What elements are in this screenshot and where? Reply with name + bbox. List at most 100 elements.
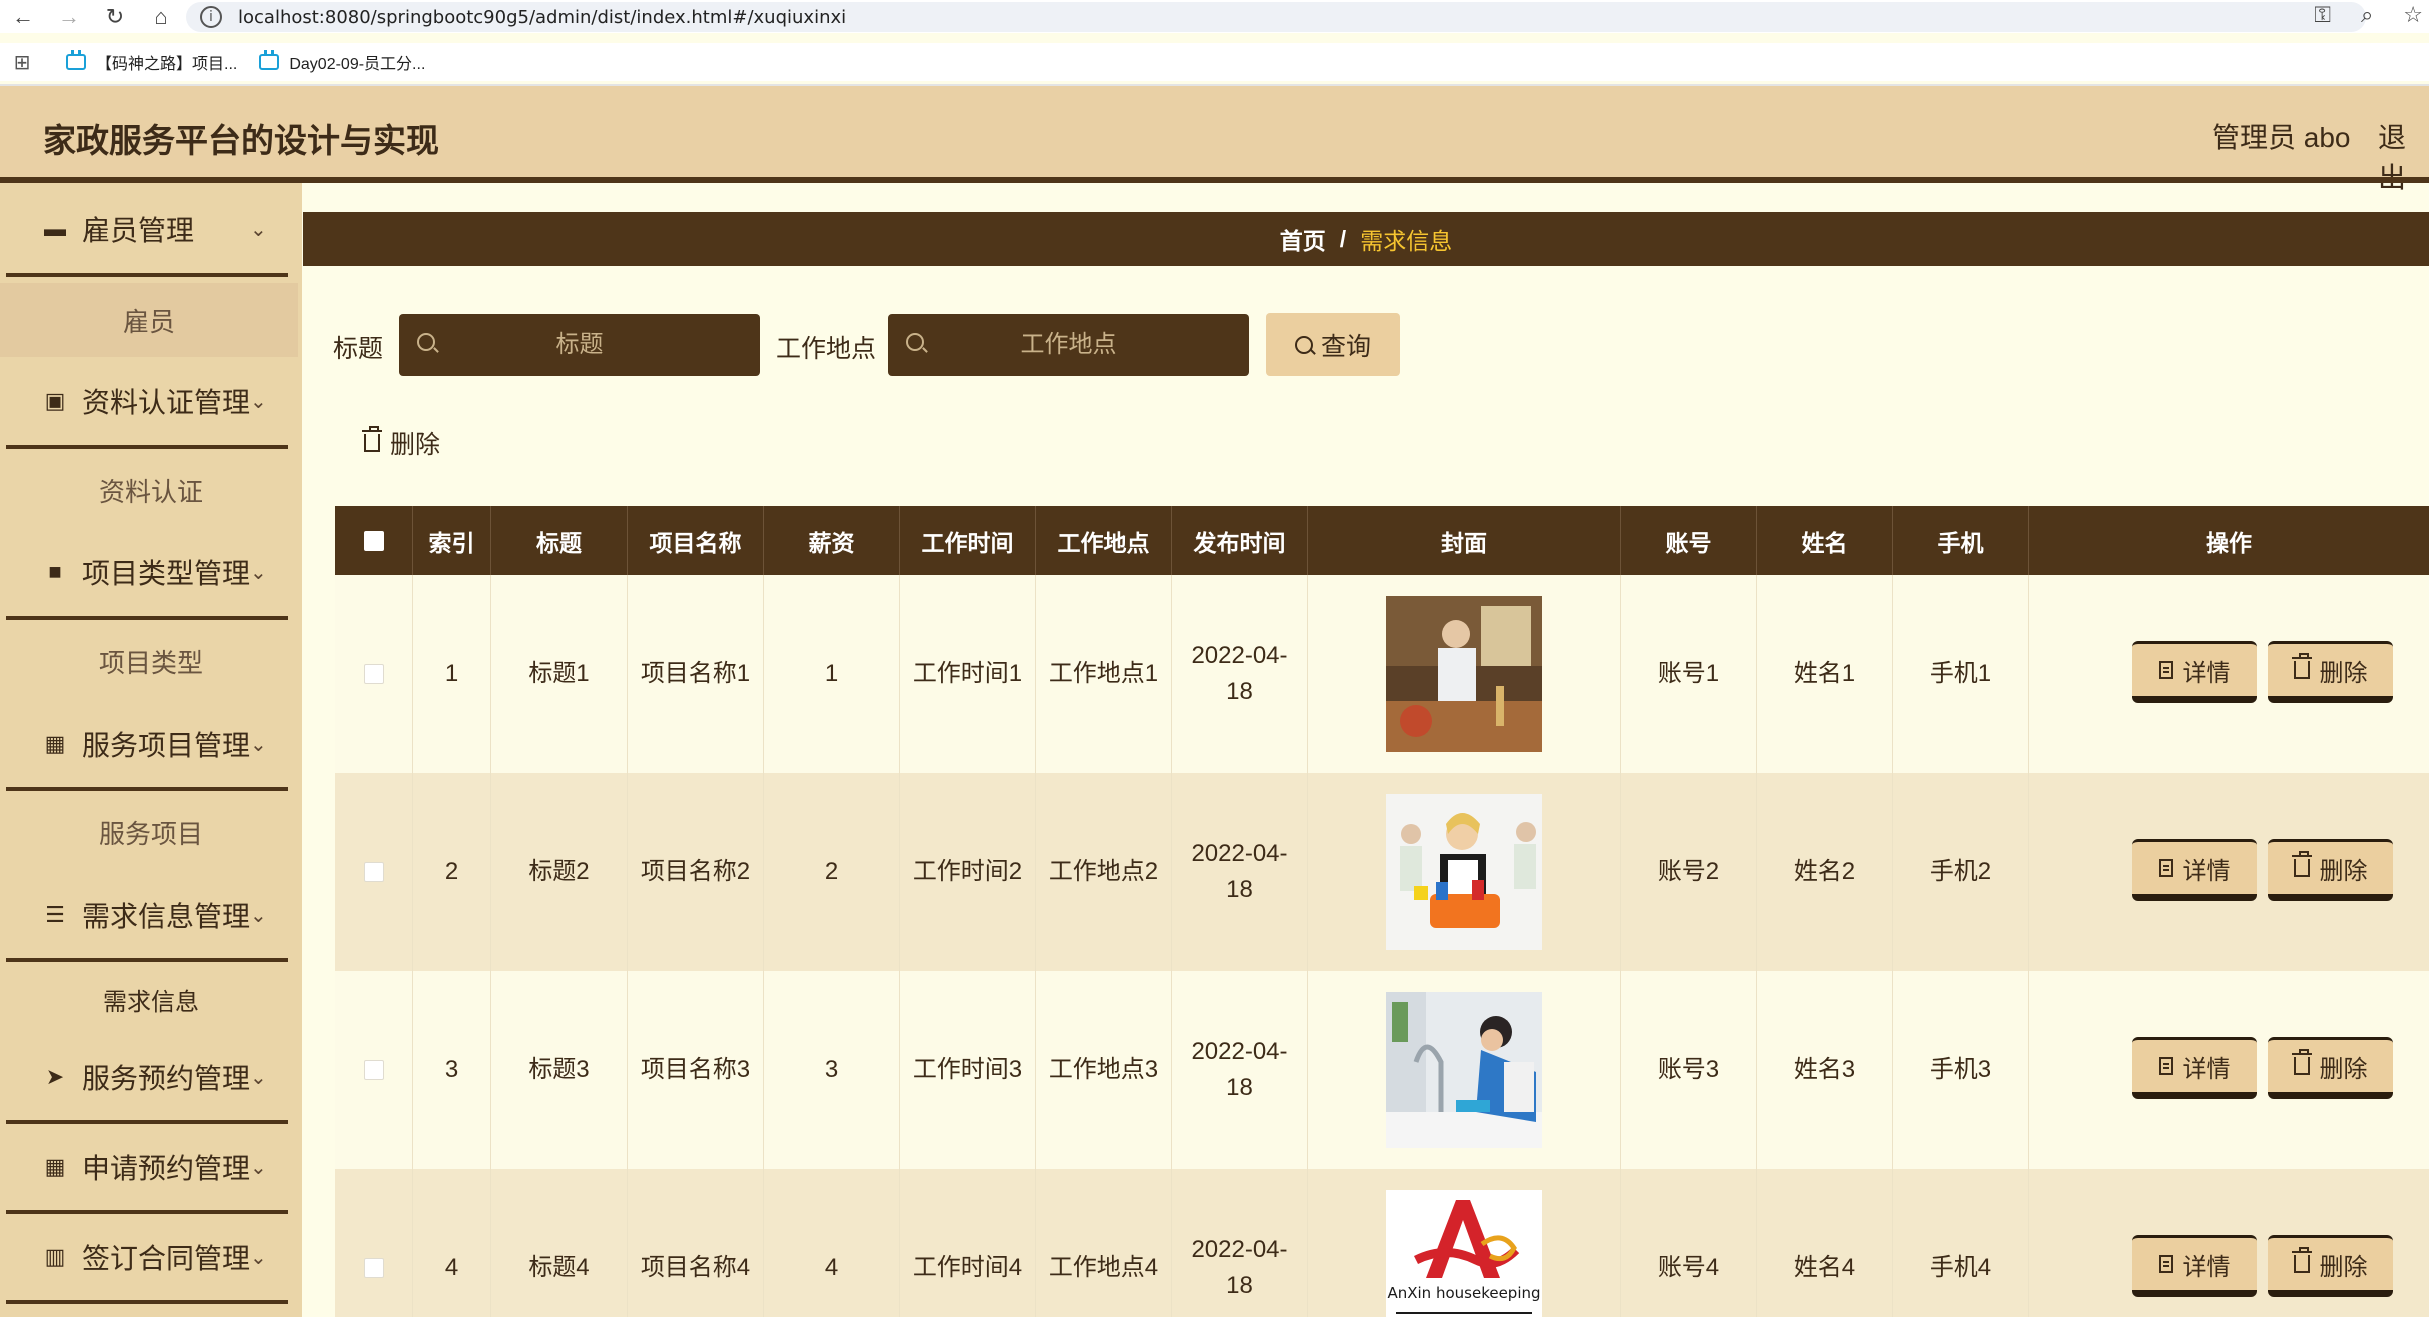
row-checkbox[interactable] <box>363 1060 384 1080</box>
bookmarks-bar: ⊞ 【码神之路】项目... Day02-09-员工分... <box>0 43 2429 81</box>
col-phone: 手机 <box>1893 506 2029 575</box>
sidebar-group-service-booking[interactable]: ➤ 服务预约管理 ⌄ <box>0 1031 302 1123</box>
publish-time: 2022-04- 18 <box>1172 575 1308 773</box>
star-icon[interactable]: ☆ <box>2403 2 2423 28</box>
chevron-down-icon: ⌄ <box>250 1066 267 1089</box>
breadcrumb-home[interactable]: 首页 <box>1280 222 1326 256</box>
bookmark-item[interactable]: Day02-09-员工分... <box>259 50 425 74</box>
address-bar[interactable]: i localhost:8080/springbootc90g5/admin/d… <box>186 2 2366 32</box>
home-icon[interactable]: ⌂ <box>138 0 184 33</box>
logout-link[interactable]: 退出 <box>2378 116 2429 196</box>
chevron-down-icon: ⌄ <box>250 218 267 241</box>
reload-icon[interactable]: ↻ <box>92 0 138 33</box>
sidebar-item-demand[interactable]: 需求信息 <box>0 962 302 1036</box>
bar-chart-icon: ▥ <box>44 1244 66 1269</box>
delete-button[interactable]: 删除 <box>2268 1037 2393 1099</box>
chevron-down-icon: ⌄ <box>250 733 267 756</box>
title-label: 标题 <box>333 335 384 363</box>
detail-button[interactable]: 详情 <box>2132 641 2257 703</box>
search-icon <box>906 333 924 351</box>
select-all-checkbox[interactable] <box>363 530 384 551</box>
table-header: 索引 标题 项目名称 薪资 工作时间 工作地点 发布时间 封面 账号 姓名 手机… <box>335 506 2429 575</box>
location-search-input[interactable] <box>888 314 1249 376</box>
detail-button[interactable]: 详情 <box>2132 1037 2257 1099</box>
breadcrumb: 首页 / 需求信息 <box>303 212 2429 266</box>
detail-button[interactable]: 详情 <box>2132 1235 2257 1297</box>
document-icon <box>2158 1255 2173 1273</box>
delete-button[interactable]: 删除 <box>2268 641 2393 703</box>
detail-button[interactable]: 详情 <box>2132 839 2257 901</box>
table-row: 1 标题1 项目名称1 1 工作时间1 工作地点1 2022-04- 18 账号1… <box>335 575 2429 773</box>
browser-toolbar: ← → ↻ ⌂ i localhost:8080/springbootc90g5… <box>0 0 2429 33</box>
document-icon <box>2158 859 2173 877</box>
tv-icon <box>259 50 280 70</box>
table-row: 4 标题4 项目名称4 4 工作时间4 工作地点4 2022-04- 18 AnX… <box>335 1169 2429 1317</box>
sidebar-group-apply-booking[interactable]: ▦ 申请预约管理 ⌄ <box>0 1121 302 1213</box>
send-icon: ➤ <box>45 1064 65 1089</box>
current-user: 管理员 abo <box>2212 122 2351 153</box>
chevron-down-icon: ⌄ <box>250 904 267 927</box>
col-name: 姓名 <box>1757 506 1893 575</box>
delete-button[interactable]: 删除 <box>2268 1235 2393 1297</box>
forward-icon[interactable]: → <box>46 0 92 33</box>
app-title: 家政服务平台的设计与实现 <box>43 122 439 159</box>
briefcase-icon: ▬ <box>44 216 66 241</box>
bookmark-item[interactable]: 【码神之路】项目... <box>66 50 237 74</box>
trash-icon <box>362 426 382 452</box>
list-icon: ☰ <box>45 902 65 927</box>
select-all-cell <box>335 506 413 575</box>
video-icon: ■ <box>48 559 62 584</box>
row-checkbox[interactable] <box>363 1258 384 1278</box>
document-icon <box>2158 661 2173 679</box>
trash-icon <box>2291 851 2312 877</box>
col-publish-time: 发布时间 <box>1172 506 1308 575</box>
location-label: 工作地点 <box>776 335 877 363</box>
chevron-down-icon: ⌄ <box>250 561 267 584</box>
chevron-down-icon: ⌄ <box>250 1156 267 1179</box>
sidebar-item-certification[interactable]: 资料认证 <box>0 453 302 527</box>
cover-image <box>1386 596 1542 752</box>
col-project: 项目名称 <box>628 506 764 575</box>
col-work-time: 工作时间 <box>900 506 1036 575</box>
sidebar-group-project-type[interactable]: ■ 项目类型管理 ⌄ <box>0 526 302 618</box>
delete-button[interactable]: 删除 <box>2268 839 2393 901</box>
query-button[interactable]: 查询 <box>1266 313 1400 376</box>
trash-icon <box>2291 1049 2312 1075</box>
sidebar-group-service-project[interactable]: ▦ 服务项目管理 ⌄ <box>0 698 302 790</box>
row-checkbox[interactable] <box>363 664 384 684</box>
key-icon[interactable]: ⚿ <box>2314 2 2331 28</box>
col-cover: 封面 <box>1308 506 1621 575</box>
title-search-input[interactable] <box>399 314 760 376</box>
sidebar: ▬ 雇员管理 ⌄ 雇员 ▣ 资料认证管理 ⌄ 资料认证 ■ 项目类型管理 ⌄ 项… <box>0 183 302 1317</box>
sidebar-group-employee[interactable]: ▬ 雇员管理 ⌄ <box>0 183 302 275</box>
row-checkbox[interactable] <box>363 862 384 882</box>
publish-time: 2022-04- 18 <box>1172 971 1308 1169</box>
sidebar-item-employee[interactable]: 雇员 <box>0 283 298 357</box>
site-info-icon[interactable]: i <box>200 6 222 28</box>
chevron-down-icon: ⌄ <box>250 390 267 413</box>
publish-time: 2022-04- 18 <box>1172 773 1308 971</box>
table-row: 2 标题2 项目名称2 2 工作时间2 工作地点2 2022-04- 18 账号… <box>335 773 2429 971</box>
zoom-icon[interactable]: ⌕ <box>2361 2 2373 28</box>
cover-image <box>1386 794 1542 950</box>
sidebar-item-service-project[interactable]: 服务项目 <box>0 795 302 869</box>
apps-icon[interactable]: ⊞ <box>0 50 44 75</box>
search-icon <box>417 333 435 351</box>
col-index: 索引 <box>413 506 491 575</box>
sidebar-item-project-type[interactable]: 项目类型 <box>0 624 302 698</box>
sidebar-group-certification[interactable]: ▣ 资料认证管理 ⌄ <box>0 355 302 447</box>
svg-text:AnXin housekeeping: AnXin housekeeping <box>1387 1284 1540 1302</box>
sidebar-group-demand[interactable]: ☰ 需求信息管理 ⌄ <box>0 869 302 961</box>
breadcrumb-current: 需求信息 <box>1360 228 1453 254</box>
batch-delete-button[interactable]: 删除 <box>362 425 440 461</box>
sidebar-group-contract[interactable]: ▥ 签订合同管理 ⌄ <box>0 1211 302 1303</box>
col-account: 账号 <box>1621 506 1757 575</box>
grid-icon: ▦ <box>44 1154 66 1179</box>
trash-icon <box>2291 653 2312 679</box>
url-text: localhost:8080/springbootc90g5/admin/dis… <box>238 6 847 28</box>
document-icon <box>2158 1057 2173 1075</box>
back-icon[interactable]: ← <box>0 0 46 33</box>
tv-icon <box>66 50 86 70</box>
col-actions: 操作 <box>2206 529 2252 556</box>
col-title: 标题 <box>491 506 628 575</box>
